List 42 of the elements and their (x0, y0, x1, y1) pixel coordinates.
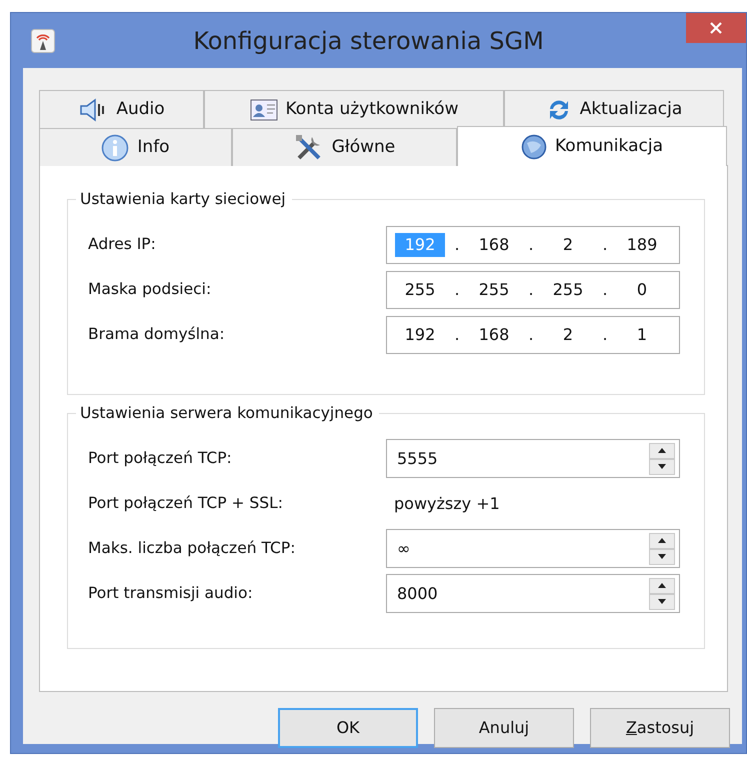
field-label: Brama domyślna: (88, 324, 226, 345)
tab[interactable]: Audio (39, 90, 204, 128)
up-arrow-icon (658, 448, 666, 453)
field-label: Adres IP: (88, 234, 157, 255)
tab[interactable]: Komunikacja (457, 126, 727, 166)
spin-field[interactable]: 5555 (386, 439, 680, 478)
field-label: Port połączeń TCP: (88, 448, 233, 469)
dialog-button[interactable]: OK (278, 708, 418, 748)
dialog-button[interactable]: Zastosuj (590, 708, 730, 748)
contact-card-icon (250, 98, 278, 120)
field-value: powyższy +1 (393, 492, 500, 514)
ip-address-field[interactable]: 192 . 168 . 2 . 1 (386, 316, 680, 354)
spin-down-button[interactable] (649, 594, 675, 610)
up-arrow-icon (658, 538, 666, 543)
down-arrow-icon (658, 554, 666, 559)
close-icon (709, 21, 723, 35)
spin-field[interactable]: ∞ (386, 529, 680, 568)
down-arrow-icon (658, 599, 666, 604)
ip-address-field[interactable]: 255 . 255 . 255 . 0 (386, 270, 680, 308)
tab[interactable]: Aktualizacja (504, 90, 724, 128)
close-button[interactable] (686, 13, 746, 43)
dialog-button[interactable]: Anuluj (434, 708, 574, 748)
spin-up-button[interactable] (649, 532, 675, 548)
ip-address-field[interactable]: 192 . 168 . 2 . 189 (386, 226, 680, 264)
tab[interactable]: Konta użytkowników (204, 90, 504, 128)
tab[interactable]: Info (39, 128, 232, 166)
spin-up-button[interactable] (649, 442, 675, 458)
spin-up-button[interactable] (649, 578, 675, 594)
globe-icon (521, 134, 547, 160)
down-arrow-icon (658, 464, 666, 469)
field-label: Port połączeń TCP + SSL: (88, 492, 284, 514)
antenna-app-icon (31, 28, 55, 52)
info-icon (101, 134, 130, 162)
window-title: Konfiguracja sterowania SGM (192, 26, 545, 56)
field-label: Maks. liczba połączeń TCP: (88, 538, 296, 559)
field-label: Port transmisji audio: (88, 582, 254, 604)
spin-down-button[interactable] (649, 548, 675, 564)
spin-down-button[interactable] (649, 458, 675, 474)
up-arrow-icon (658, 583, 666, 588)
tab[interactable]: Główne (232, 128, 457, 166)
spin-field[interactable]: 8000 (386, 574, 680, 613)
field-label: Maska podsieci: (88, 278, 212, 300)
